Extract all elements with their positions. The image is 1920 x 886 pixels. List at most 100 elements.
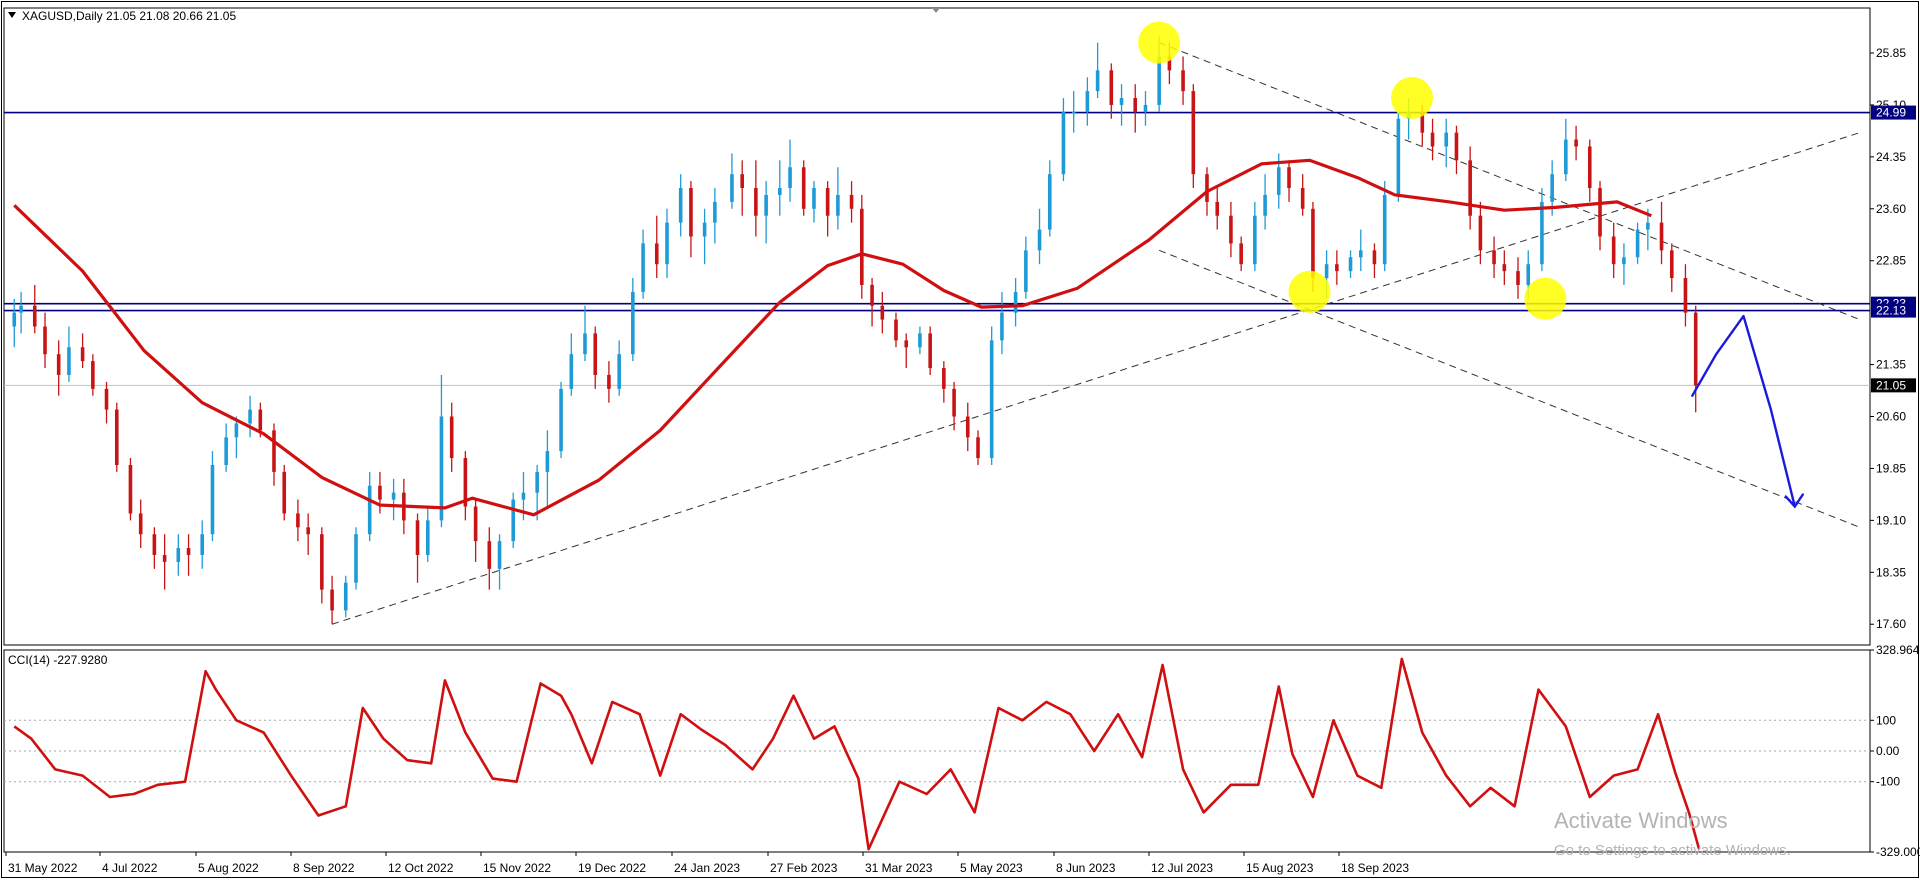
candle-body bbox=[801, 167, 806, 209]
highlight-marker bbox=[1524, 277, 1567, 320]
candle-body bbox=[1444, 132, 1449, 147]
watermark-subtitle: Go to Settings to activate Windows. bbox=[1554, 842, 1791, 859]
candle-body bbox=[1276, 167, 1281, 195]
cci-tick-label: -100 bbox=[1876, 775, 1900, 789]
cci-title: CCI(14) -227.9280 bbox=[8, 653, 108, 667]
candle-body bbox=[12, 312, 17, 327]
candle-body bbox=[138, 513, 143, 535]
candle-body bbox=[497, 541, 502, 569]
candle-body bbox=[511, 499, 516, 542]
candle-body bbox=[713, 201, 717, 223]
candle-body bbox=[880, 305, 885, 320]
candle-body bbox=[1372, 250, 1377, 265]
candle-body bbox=[764, 194, 768, 216]
candle-body bbox=[1133, 98, 1138, 112]
level-price-label: 21.05 bbox=[1876, 378, 1906, 392]
candle-body bbox=[754, 188, 758, 216]
candle-body bbox=[870, 284, 874, 306]
candle-body bbox=[631, 291, 635, 355]
candle-body bbox=[343, 582, 348, 611]
candle-body bbox=[32, 305, 37, 327]
level-price-label: 24.99 bbox=[1876, 106, 1906, 120]
candle-body bbox=[894, 319, 898, 341]
candle-body bbox=[1468, 160, 1472, 216]
candle-body bbox=[860, 208, 864, 285]
candle-body bbox=[1311, 208, 1315, 279]
candle-body bbox=[1516, 271, 1520, 285]
date-tick-label: 27 Feb 2023 bbox=[770, 861, 838, 875]
date-tick-label: 5 Aug 2022 bbox=[198, 861, 259, 875]
candle-body bbox=[1119, 98, 1124, 105]
candle-body bbox=[1564, 139, 1568, 175]
candle-body bbox=[296, 513, 300, 528]
date-tick-label: 4 Jul 2022 bbox=[102, 861, 158, 875]
candle-body bbox=[1037, 229, 1042, 251]
candle-body bbox=[272, 430, 276, 472]
candle-body bbox=[378, 485, 382, 500]
candle-body bbox=[812, 188, 816, 209]
watermark-title: Activate Windows bbox=[1554, 808, 1728, 833]
candle-body bbox=[1502, 264, 1507, 272]
date-tick-label: 31 May 2022 bbox=[8, 861, 78, 875]
date-tick-label: 8 Sep 2022 bbox=[293, 861, 355, 875]
cci-axis: 328.964 100 0.00 -100 -329.000 bbox=[1870, 643, 1920, 859]
candle-body bbox=[976, 437, 980, 459]
date-tick-label: 12 Oct 2022 bbox=[388, 861, 454, 875]
candle-body bbox=[1095, 70, 1100, 92]
candle-body bbox=[1229, 215, 1233, 244]
date-tick-label: 18 Sep 2023 bbox=[1341, 861, 1409, 875]
candle-body bbox=[1239, 243, 1243, 265]
candle-body bbox=[849, 194, 854, 209]
candle-body bbox=[1635, 229, 1640, 258]
candle-body bbox=[1492, 250, 1496, 265]
date-tick-label: 15 Nov 2022 bbox=[483, 861, 551, 875]
candle-body bbox=[1143, 104, 1148, 112]
candle-body bbox=[989, 340, 994, 459]
price-axis: 25.8525.1024.3523.6022.8521.3520.6019.85… bbox=[1870, 46, 1906, 631]
candle-body bbox=[788, 167, 792, 189]
candle-body bbox=[702, 222, 707, 237]
candle-body bbox=[1157, 56, 1161, 105]
candle-body bbox=[928, 333, 932, 369]
cci-tick-label: 100 bbox=[1876, 713, 1896, 727]
candle-body bbox=[114, 409, 119, 465]
candle-body bbox=[1598, 188, 1602, 237]
main-chart-title: XAGUSD,Daily 21.05 21.08 20.66 21.05 bbox=[22, 9, 236, 23]
price-tick-label: 23.60 bbox=[1876, 202, 1906, 216]
candle-body bbox=[306, 527, 310, 535]
candle-body bbox=[730, 174, 734, 202]
candle-body bbox=[1526, 264, 1531, 285]
candle-body bbox=[559, 388, 563, 452]
level-price-label: 22.13 bbox=[1876, 304, 1906, 318]
candle-body bbox=[1335, 264, 1339, 272]
chart-root: 25.85 25.10 24.35 23.60 22.85 21.35 20.60 19.85… bbox=[0, 0, 1920, 881]
cci-tick-label: -329.000 bbox=[1876, 845, 1920, 859]
candle-body bbox=[689, 188, 693, 237]
candle-body bbox=[128, 464, 133, 514]
cci-tick-label: 0.00 bbox=[1876, 744, 1900, 758]
price-tick-label: 18.35 bbox=[1876, 565, 1906, 579]
date-tick-label: 24 Jan 2023 bbox=[674, 861, 740, 875]
candle-body bbox=[593, 333, 598, 375]
candle-body bbox=[777, 188, 782, 195]
candle-body bbox=[1061, 111, 1066, 175]
candle-body bbox=[104, 388, 109, 410]
candle-body bbox=[391, 492, 396, 500]
candle-body bbox=[1047, 174, 1052, 230]
candle-body bbox=[449, 416, 454, 459]
candle-body bbox=[535, 471, 539, 493]
candle-body bbox=[1000, 312, 1004, 341]
candle-body bbox=[1611, 236, 1616, 265]
candle-body bbox=[521, 492, 526, 500]
candle-body bbox=[248, 409, 252, 424]
candle-body bbox=[1659, 222, 1664, 251]
date-tick-label: 5 May 2023 bbox=[960, 861, 1023, 875]
candle-body bbox=[569, 354, 574, 389]
candle-body bbox=[224, 437, 228, 465]
price-tick-label: 20.60 bbox=[1876, 410, 1906, 424]
candle-body bbox=[942, 368, 946, 389]
candle-body bbox=[439, 416, 444, 521]
candle-body bbox=[258, 409, 263, 431]
candle-body bbox=[654, 243, 659, 265]
candle-body bbox=[1287, 167, 1291, 189]
